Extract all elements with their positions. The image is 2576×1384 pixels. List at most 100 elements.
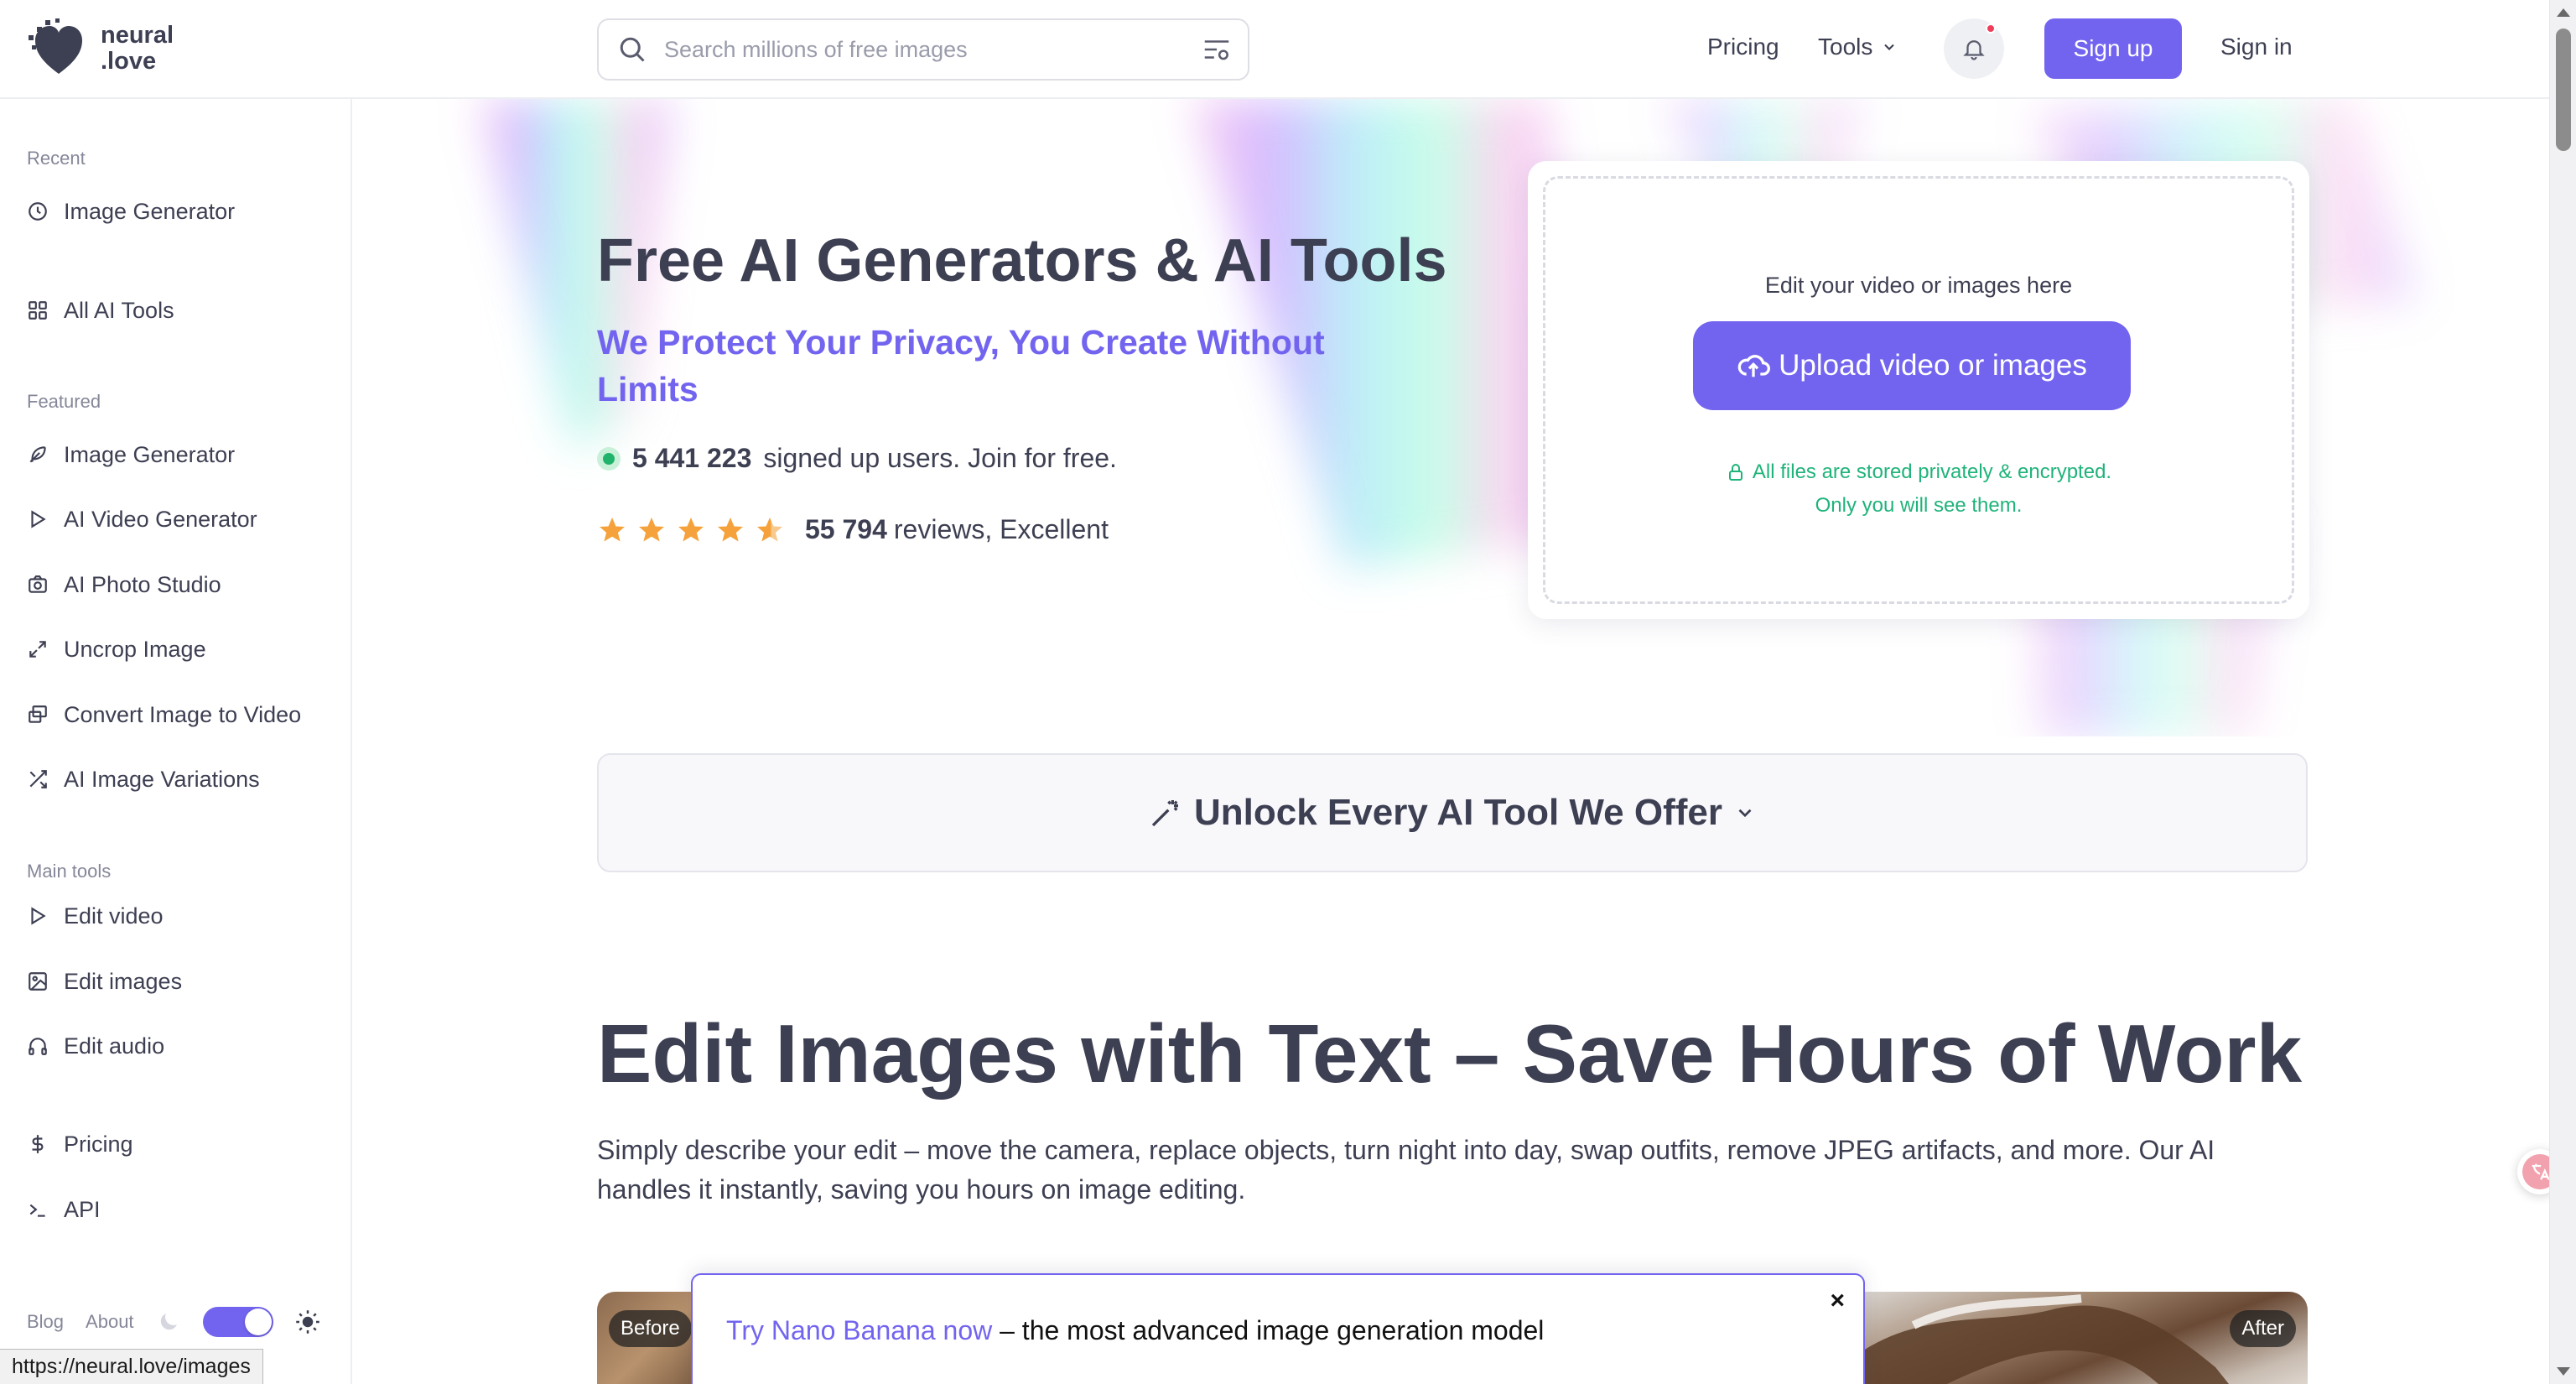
after-label: After: [2230, 1310, 2296, 1347]
sidebar: Recent Image Generator All AI Tools Feat…: [0, 99, 352, 1384]
sidebar-section-main-tools: Main tools: [27, 861, 112, 882]
sidebar-item-pricing[interactable]: Pricing: [27, 1127, 133, 1161]
headphones-icon: [27, 1035, 49, 1057]
vertical-scrollbar[interactable]: [2549, 0, 2576, 1384]
sidebar-item-edit-audio[interactable]: Edit audio: [27, 1029, 164, 1063]
users-text: signed up users. Join for free.: [763, 443, 1117, 473]
expand-icon: [27, 638, 49, 660]
star-icon: [678, 517, 704, 541]
scroll-down-arrow-icon[interactable]: [2557, 1367, 2570, 1376]
after-image: After: [1863, 1292, 2308, 1384]
sidebar-section-featured: Featured: [27, 391, 101, 412]
search-icon: [620, 37, 645, 62]
camera-icon: [27, 574, 49, 596]
close-icon[interactable]: ×: [1830, 1287, 1845, 1315]
star-half-icon: [757, 517, 782, 541]
privacy-line-1: All files are stored privately & encrypt…: [1752, 460, 2112, 483]
notifications-button[interactable]: [1944, 18, 2004, 79]
sidebar-item-image-generator[interactable]: Image Generator: [27, 438, 235, 471]
sidebar-item-label: Convert Image to Video: [64, 701, 302, 727]
hero-subtitle: We Protect Your Privacy, You Create With…: [597, 323, 1325, 408]
sidebar-item-ai-photo-studio[interactable]: AI Photo Studio: [27, 568, 221, 601]
privacy-note: All files are stored privately & encrypt…: [1545, 455, 2292, 523]
image-icon: [27, 970, 49, 992]
star-icon: [718, 517, 743, 541]
sidebar-item-ai-video-generator[interactable]: AI Video Generator: [27, 502, 257, 536]
upload-card: Edit your video or images here Upload vi…: [1528, 161, 2309, 619]
sidebar-item-edit-video[interactable]: Edit video: [27, 899, 164, 933]
moon-icon: [160, 1314, 177, 1330]
magic-wand-icon: [1151, 800, 1178, 827]
scroll-thumb[interactable]: [2556, 29, 2571, 151]
sun-icon: [295, 1310, 319, 1334]
chevron-down-icon: [1738, 809, 1752, 818]
section-description: Simply describe your edit – move the cam…: [597, 1135, 2215, 1204]
promo-text: Try Nano Banana now – the most advanced …: [726, 1315, 1544, 1346]
online-status-icon: [597, 446, 621, 471]
upload-dropzone[interactable]: Edit your video or images here Upload vi…: [1543, 176, 2294, 604]
search-filter-icon[interactable]: [1201, 34, 1233, 65]
unlock-tools-toggle[interactable]: Unlock Every AI Tool We Offer: [597, 753, 2308, 872]
sidebar-item-label: Uncrop Image: [64, 636, 206, 662]
notification-dot: [1986, 23, 1996, 34]
sidebar-item-label: Edit images: [64, 968, 183, 994]
sidebar-item-label: Image Generator: [64, 441, 236, 467]
upload-hint: Edit your video or images here: [1764, 273, 2073, 298]
upload-button-label: Upload video or images: [1779, 349, 2087, 382]
sign-up-button[interactable]: Sign up: [2044, 18, 2182, 79]
sidebar-item-label: API: [64, 1196, 101, 1222]
sidebar-item-ai-image-variations[interactable]: AI Image Variations: [27, 762, 260, 796]
rating-stars: [597, 515, 785, 545]
sidebar-item-convert-image-to-video[interactable]: Convert Image to Video: [27, 698, 301, 731]
cloud-upload-icon: [1737, 355, 1771, 377]
before-image: Before: [597, 1292, 698, 1384]
star-icon: [600, 517, 625, 541]
play-icon: [27, 905, 49, 927]
logo[interactable]: neural .love: [25, 18, 174, 79]
sidebar-item-label: All AI Tools: [64, 297, 174, 323]
sidebar-footer: Blog About: [27, 1307, 320, 1337]
users-count: 5 441 223: [632, 443, 752, 473]
top-header: neural .love Pricing Tools Sign up Sign …: [0, 0, 2549, 99]
logo-text: neural .love: [101, 22, 174, 75]
sidebar-item-label: Edit audio: [64, 1033, 165, 1059]
search-input[interactable]: [662, 24, 1201, 75]
feather-icon: [27, 444, 49, 466]
users-count-row: 5 441 223 signed up users. Join for free…: [597, 443, 1117, 474]
scroll-up-arrow-icon[interactable]: [2557, 8, 2570, 17]
search-box[interactable]: [597, 18, 1249, 81]
theme-toggle[interactable]: [202, 1307, 273, 1337]
nav-tools-label: Tools: [1818, 34, 1873, 60]
bell-icon: [1963, 40, 1985, 60]
dollar-icon: [27, 1133, 49, 1155]
blog-link[interactable]: Blog: [27, 1311, 64, 1333]
play-icon: [27, 508, 49, 530]
promo-link[interactable]: Try Nano Banana now: [726, 1315, 992, 1345]
before-label: Before: [609, 1310, 692, 1347]
reviews-text: reviews, Excellent: [893, 514, 1109, 544]
about-link[interactable]: About: [86, 1311, 134, 1333]
main-content: Free AI Generators & AI Tools We Protect…: [354, 99, 2549, 1384]
promo-description: – the most advanced image generation mod…: [992, 1315, 1545, 1345]
nav-tools-dropdown[interactable]: Tools: [1818, 34, 1898, 60]
upload-button[interactable]: Upload video or images: [1693, 321, 2131, 410]
sidebar-item-label: Edit video: [64, 903, 164, 929]
sidebar-item-label: Image Generator: [64, 198, 236, 224]
heart-logo-icon: [29, 18, 82, 74]
privacy-line-2: Only you will see them.: [1815, 494, 2023, 517]
nav-pricing-link[interactable]: Pricing: [1707, 34, 1779, 60]
sign-in-link[interactable]: Sign in: [2220, 34, 2293, 60]
reviews-row[interactable]: 55 794 reviews, Excellent: [597, 514, 1109, 545]
sidebar-item-api[interactable]: API: [27, 1193, 101, 1226]
sidebar-item-all-ai-tools[interactable]: All AI Tools: [27, 294, 174, 327]
star-icon: [639, 517, 664, 541]
sidebar-item-label: AI Video Generator: [64, 506, 257, 532]
shuffle-icon: [27, 768, 49, 790]
lock-icon: [1728, 464, 1742, 481]
unlock-tools-label: Unlock Every AI Tool We Offer: [1194, 792, 1722, 833]
sidebar-item-uncrop-image[interactable]: Uncrop Image: [27, 632, 206, 666]
sidebar-item-edit-images[interactable]: Edit images: [27, 965, 182, 998]
sidebar-item-label: AI Image Variations: [64, 766, 260, 792]
sidebar-item-recent-image-generator[interactable]: Image Generator: [27, 195, 235, 228]
hero-title: Free AI Generators & AI Tools: [597, 227, 1447, 294]
